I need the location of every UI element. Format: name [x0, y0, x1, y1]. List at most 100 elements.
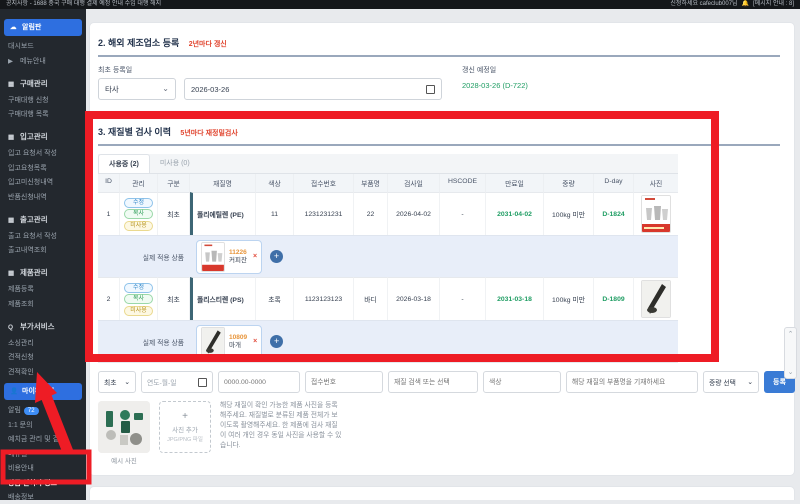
- cell-test-date: 2026-03-18: [388, 277, 440, 320]
- grid-icon: ▦: [8, 269, 17, 278]
- sidebar-item-manual[interactable]: 메뉴얼: [0, 448, 86, 461]
- play-icon: ▶: [8, 57, 17, 66]
- sidebar-section-purchase[interactable]: ▦구매관리: [0, 77, 86, 91]
- registration-date-input[interactable]: 2026-03-26: [184, 78, 442, 100]
- copy-button[interactable]: 복사: [124, 209, 153, 219]
- registration-type-select[interactable]: 타사 ⌄: [98, 78, 176, 100]
- sidebar-item-outbound-request[interactable]: 출고 요청서 작성: [0, 230, 86, 243]
- chevron-down-icon: ⌄: [124, 378, 130, 386]
- upload-label: 사진 추가: [172, 424, 198, 434]
- sidebar-item-pricing[interactable]: 비용안내: [0, 462, 86, 475]
- col-header-color: 색상: [256, 174, 294, 192]
- copy-button[interactable]: 복사: [124, 294, 153, 304]
- product-photo-cups[interactable]: [641, 195, 671, 233]
- applied-product-chip[interactable]: 11226 커피잔 ×: [196, 240, 262, 274]
- sidebar-item-menu-guide[interactable]: ▶메뉴안내: [0, 55, 86, 68]
- unuse-button[interactable]: 미사용: [124, 221, 153, 231]
- registration-card: 2. 해외 제조업소 등록 2년마다 갱신 최초 등록일 타사 ⌄ 2026-0…: [89, 22, 795, 476]
- sidebar-item-notifications[interactable]: 알림72: [0, 404, 86, 418]
- sidebar-item-label: 상품 인허가 정보: [8, 480, 57, 487]
- section2-title: 2. 해외 제조업소 등록: [98, 38, 179, 48]
- chevron-up-icon[interactable]: ⌃: [788, 330, 794, 338]
- unuse-button[interactable]: 미사용: [124, 306, 153, 316]
- hscode-input[interactable]: [218, 371, 300, 393]
- sidebar-section-inbound[interactable]: ▦입고관리: [0, 130, 86, 144]
- add-product-button[interactable]: +: [270, 250, 283, 263]
- sidebar-item-deposit[interactable]: 예치금 관리 및 결제: [0, 433, 86, 446]
- upload-subtext: JPG/PNG 파일: [167, 435, 203, 443]
- sidebar-item-inbound-request[interactable]: 입고 요청서 작성: [0, 147, 86, 160]
- cups-photo-graphic: [202, 243, 224, 271]
- edit-button[interactable]: 수정: [124, 198, 153, 208]
- sidebar-item-label: 비용안내: [8, 465, 34, 472]
- sidebar-item-purchase-request[interactable]: 구매대행 신청: [0, 94, 86, 107]
- sidebar-item-product-register[interactable]: 제품등록: [0, 283, 86, 296]
- sidebar-item-purchase-list[interactable]: 구매대행 목록: [0, 108, 86, 121]
- sidebar-item-inbound-list[interactable]: 입고요청목록: [0, 162, 86, 175]
- chevron-down-icon[interactable]: ⌄: [788, 368, 794, 376]
- sidebar-section-extra-services[interactable]: Q부가서비스: [0, 320, 86, 334]
- scroll-widget[interactable]: ⌃ ⌄: [784, 327, 797, 379]
- applied-products-row: 10809 마개 × +: [190, 320, 678, 362]
- sidebar-item-label: 견적신청: [8, 354, 34, 361]
- sidebar-item-sourcing[interactable]: 소싱관리: [0, 337, 86, 350]
- tool-photo-graphic: [642, 281, 670, 317]
- registration-date-value: 2026-03-26: [191, 85, 229, 94]
- sidebar-item-inquiry[interactable]: 1:1 문의: [0, 419, 86, 432]
- sidebar-item-outbound-history[interactable]: 출고내역조회: [0, 244, 86, 257]
- sidebar-item-return-request[interactable]: 반품신청내역: [0, 191, 86, 204]
- sidebar-item-label: 출고내역조회: [8, 247, 47, 254]
- tab-unused[interactable]: 미사용 (0): [150, 154, 200, 173]
- sidebar-item-label: 출고 요청서 작성: [8, 233, 57, 240]
- applied-product-chip[interactable]: 10809 마개 ×: [196, 325, 262, 359]
- example-photo-caption: 예시 사진: [111, 455, 137, 465]
- receipt-no-input[interactable]: [305, 371, 383, 393]
- material-search-input[interactable]: [388, 371, 478, 393]
- test-date-input[interactable]: 연도-월-일: [141, 371, 213, 393]
- sidebar-item-dashboard-home[interactable]: ☁알림판: [4, 19, 82, 36]
- cell-id: 2: [98, 277, 120, 320]
- cell-type: 최초: [158, 277, 190, 320]
- sidebar-item-product-search[interactable]: 제품조회: [0, 298, 86, 311]
- cups-photo-graphic: [642, 196, 670, 232]
- col-header-receipt-no: 접수번호: [294, 174, 354, 192]
- col-header-photo: 사진: [634, 174, 678, 192]
- sidebar-item-shipping-info[interactable]: 배송정보: [0, 491, 86, 504]
- sidebar-section-product[interactable]: ▦제품관리: [0, 266, 86, 280]
- sidebar-item-quote-request[interactable]: 견적신청: [0, 351, 86, 364]
- sidebar-section-outbound[interactable]: ▦출고관리: [0, 213, 86, 227]
- sidebar-item-dashboard[interactable]: 대시보드: [0, 40, 86, 53]
- sidebar-item-label: 예치금 관리 및 결제: [8, 436, 65, 443]
- cell-material: 폴리스티렌 (PS): [190, 277, 256, 320]
- user-menu[interactable]: 신청하세요 cafeclub007님: [670, 0, 737, 8]
- cell-expiry: 2031-04-02: [486, 192, 544, 235]
- sidebar-item-label: 구매대행 목록: [8, 111, 49, 118]
- sidebar-item-mypage[interactable]: 👤마이페이지: [4, 383, 82, 400]
- part-name-input[interactable]: [566, 371, 698, 393]
- close-icon[interactable]: ×: [253, 253, 257, 260]
- photo-help-text: 해당 재질이 확인 가능한 제품 사진을 등록해주세요. 재질별로 분류된 제품…: [220, 401, 342, 451]
- add-product-button[interactable]: +: [270, 335, 283, 348]
- product-photo-tool[interactable]: [641, 280, 671, 318]
- calendar-icon: [198, 378, 207, 387]
- renewal-date-value: 2028-03-26 (D-722): [462, 81, 528, 90]
- sidebar-item-label: 제품등록: [8, 286, 34, 293]
- sidebar-item-quote-confirm[interactable]: 견적확인: [0, 366, 86, 379]
- close-icon[interactable]: ×: [253, 338, 257, 345]
- notice-ticker[interactable]: 공지사항 - 1688 중국 구매 대행 결제 예정 안내 수입 대행 해지: [6, 0, 161, 8]
- col-header-hscode: HSCODE: [440, 174, 486, 192]
- cell-weight: 100kg 미만: [544, 192, 594, 235]
- sidebar-item-product-license-info[interactable]: 상품 인허가 정보: [0, 477, 86, 490]
- sidebar-item-inbound-unrequested[interactable]: 입고미신청내역: [0, 176, 86, 189]
- bell-icon[interactable]: 🔔: [742, 0, 749, 8]
- tab-in-use[interactable]: 사용중 (2): [98, 154, 150, 173]
- chip-product-name: 마개: [229, 342, 247, 350]
- color-input[interactable]: [483, 371, 561, 393]
- message-count[interactable]: [메시지 안내 : 8]: [753, 0, 794, 8]
- edit-button[interactable]: 수정: [124, 283, 153, 293]
- type-select[interactable]: 최초 ⌄: [98, 371, 136, 393]
- weight-select[interactable]: 중량 선택 ⌄: [703, 371, 759, 393]
- sidebar-section-label: 출고관리: [20, 215, 48, 224]
- photo-upload-box[interactable]: + 사진 추가 JPG/PNG 파일: [159, 401, 211, 453]
- sidebar-item-label: 알림: [8, 407, 21, 414]
